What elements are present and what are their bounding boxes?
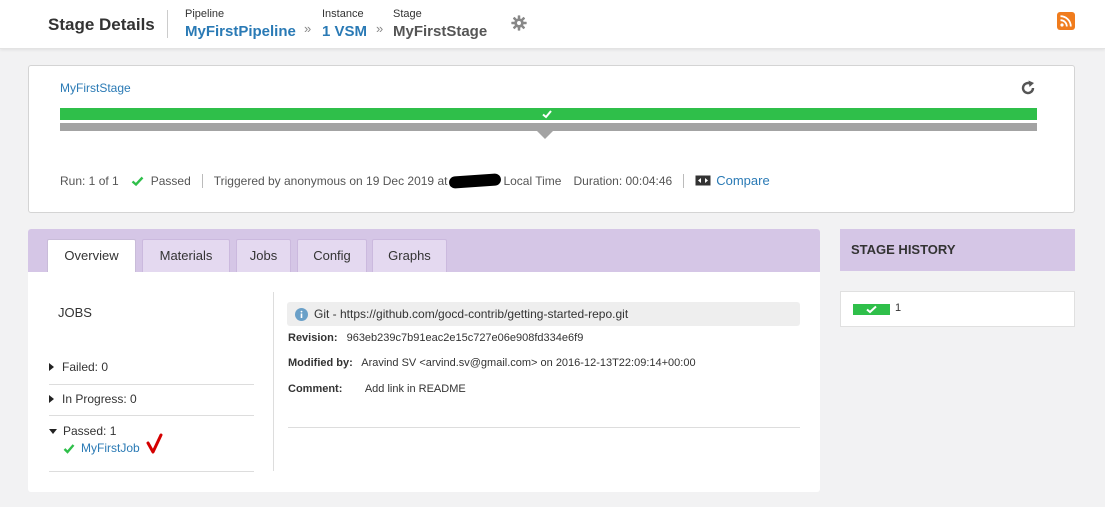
breadcrumb-stage-label: Stage	[393, 8, 422, 20]
breadcrumb-instance-label: Instance	[322, 8, 364, 20]
breadcrumb-instance-link[interactable]: 1 VSM	[322, 22, 367, 42]
in-progress-count: In Progress: 0	[62, 392, 137, 406]
check-icon	[131, 176, 144, 186]
compare-link[interactable]: Compare	[716, 173, 769, 188]
breadcrumb-stage: Stage MyFirstStage	[393, 8, 487, 42]
stage-detail-panel: Overview Materials Jobs Config Graphs JO…	[28, 229, 820, 492]
status-text: Passed	[150, 173, 191, 188]
expand-arrow-icon	[49, 395, 54, 403]
expand-arrow-icon	[49, 363, 54, 371]
check-icon	[63, 443, 75, 454]
tab-overview[interactable]: Overview	[47, 239, 136, 272]
revision-label: Revision:	[288, 332, 338, 344]
tab-graphs[interactable]: Graphs	[372, 239, 447, 272]
rss-icon[interactable]	[1057, 12, 1075, 30]
title-divider	[167, 10, 168, 38]
stage-history-panel: STAGE HISTORY 1	[840, 229, 1075, 327]
tab-jobs[interactable]: Jobs	[236, 239, 291, 272]
modified-value: Aravind SV <arvind.sv@gmail.com> on 2016…	[361, 357, 696, 369]
modified-label: Modified by:	[288, 357, 353, 369]
check-icon	[542, 110, 552, 119]
gear-icon[interactable]	[510, 14, 528, 32]
stage-history-list: 1	[840, 291, 1075, 327]
breadcrumb-stage-value: MyFirstStage	[393, 23, 488, 40]
tab-bar: Overview Materials Jobs Config Graphs	[28, 229, 820, 272]
comment-value: Add link in README	[364, 383, 466, 395]
job-progress-bar	[60, 123, 1037, 131]
redaction-mark	[449, 172, 502, 189]
duration: Duration: 00:04:46	[573, 173, 673, 188]
refresh-icon[interactable]	[1019, 79, 1037, 97]
run-counter: Run: 1 of 1	[60, 173, 119, 188]
revision-row: Revision: 963eb239c7b91eac2e15c727e06e90…	[288, 332, 583, 344]
stage-history-run-label[interactable]: 1	[895, 302, 901, 314]
check-icon	[866, 305, 877, 314]
job-group-failed[interactable]: Failed: 0	[49, 360, 254, 385]
breadcrumb-pipeline: Pipeline MyFirstPipeline	[185, 8, 296, 42]
column-divider	[273, 292, 274, 471]
stage-name-link[interactable]: MyFirstStage	[60, 81, 131, 95]
divider	[683, 173, 685, 188]
divider	[201, 173, 203, 188]
passed-count: Passed: 1	[63, 424, 117, 438]
tab-materials[interactable]: Materials	[142, 239, 230, 272]
revision-value: 963eb239c7b91eac2e15c727e06e908fd334e6f9	[346, 332, 584, 344]
page-header: Stage Details Pipeline MyFirstPipeline »…	[0, 0, 1105, 49]
breadcrumb-separator: »	[376, 21, 384, 36]
triggered-by: Triggered by anonymous on 19 Dec 2019 at	[213, 173, 448, 188]
page-title: Stage Details	[48, 15, 155, 34]
collapse-arrow-icon	[49, 428, 57, 434]
modified-row: Modified by: Aravind SV <arvind.sv@gmail…	[288, 357, 696, 369]
divider	[288, 427, 800, 428]
triggered-time-zone: Local Time	[503, 173, 562, 188]
jobs-heading: JOBS	[58, 305, 92, 320]
breadcrumb-separator: »	[304, 21, 312, 36]
job-group-in-progress[interactable]: In Progress: 0	[49, 392, 254, 416]
handwritten-check-mark	[146, 433, 163, 454]
stage-history-heading: STAGE HISTORY	[840, 229, 1075, 271]
breadcrumb-instance: Instance 1 VSM	[322, 8, 367, 42]
selected-stage-pointer	[537, 131, 553, 139]
stage-history-status-badge[interactable]	[853, 304, 890, 315]
run-info: Run: 1 of 1 Passed Triggered by anonymou…	[60, 172, 770, 189]
stage-summary-panel: MyFirstStage Run: 1 of 1 Passed Triggere…	[28, 65, 1075, 213]
comment-row: Comment: Add link in README	[288, 383, 466, 395]
breadcrumb-pipeline-label: Pipeline	[185, 8, 225, 20]
breadcrumb-pipeline-link[interactable]: MyFirstPipeline	[185, 22, 296, 42]
job-link[interactable]: MyFirstJob	[81, 441, 140, 455]
comment-label: Comment:	[288, 383, 343, 395]
info-icon	[295, 307, 308, 321]
material-url: Git - https://github.com/gocd-contrib/ge…	[314, 307, 629, 321]
compare-icon[interactable]	[695, 175, 711, 186]
failed-count: Failed: 0	[62, 360, 109, 374]
material-header: Git - https://github.com/gocd-contrib/ge…	[287, 302, 800, 326]
tab-config[interactable]: Config	[297, 239, 367, 272]
